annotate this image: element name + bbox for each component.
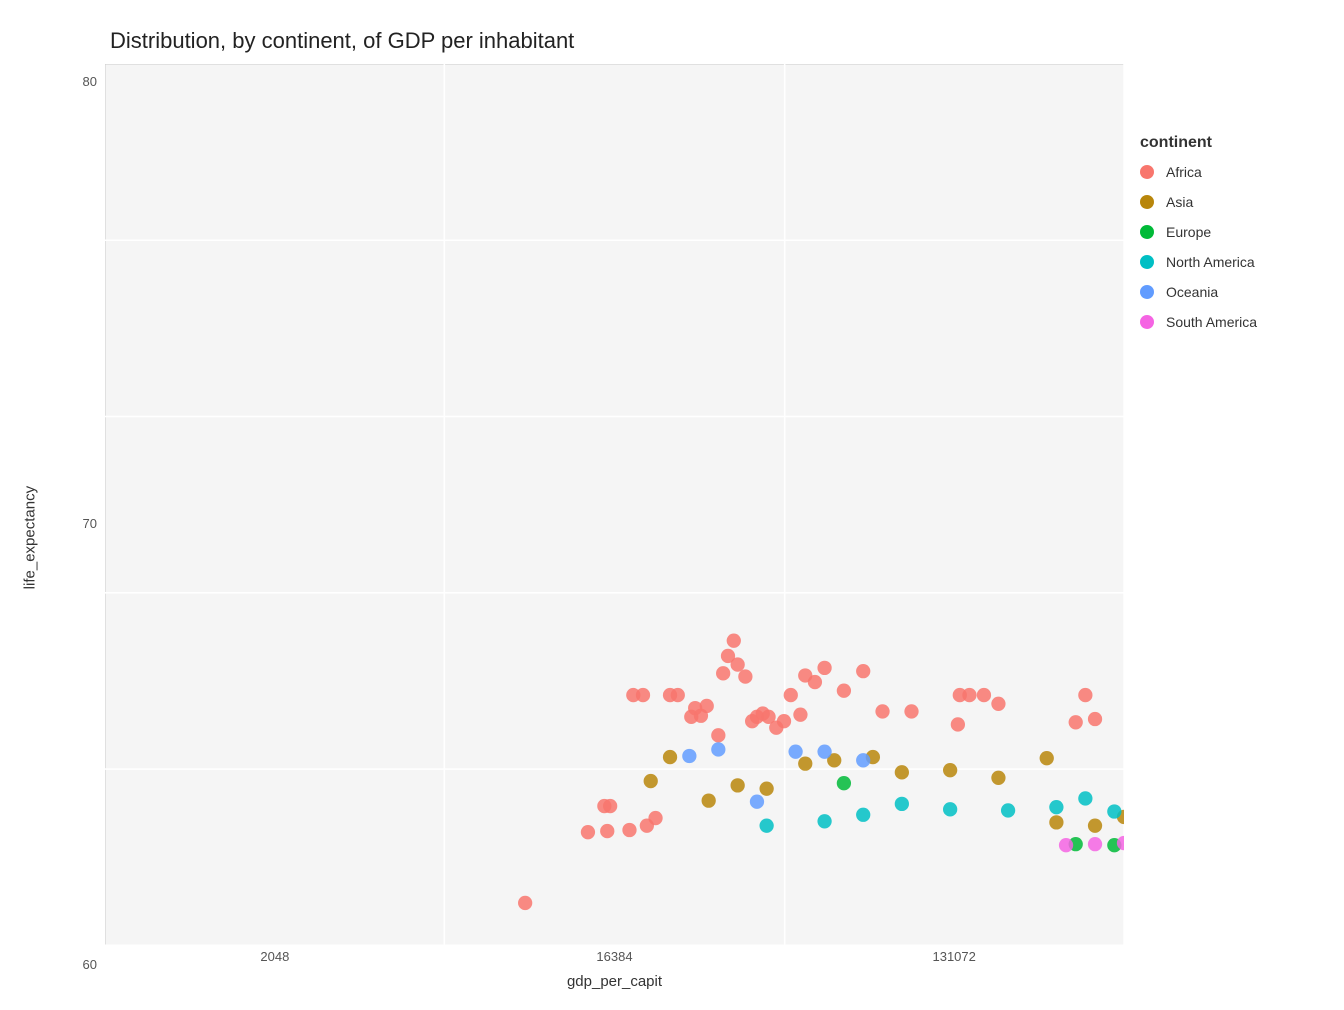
data-point bbox=[731, 657, 745, 671]
legend-item-south-america: South America bbox=[1140, 314, 1314, 330]
x-ticks: 2048 16384 131072 bbox=[105, 945, 1124, 969]
legend-dot-south-america bbox=[1140, 315, 1154, 329]
legend-label-africa: Africa bbox=[1166, 164, 1202, 180]
data-point bbox=[837, 776, 851, 790]
y-ticks: 80 70 60 bbox=[50, 64, 105, 1010]
data-point bbox=[943, 802, 957, 816]
legend-dot-africa bbox=[1140, 165, 1154, 179]
data-point bbox=[1088, 818, 1102, 832]
data-point bbox=[788, 744, 802, 758]
data-point bbox=[711, 742, 725, 756]
legend-label-south-america: South America bbox=[1166, 314, 1257, 330]
data-point bbox=[951, 717, 965, 731]
data-point bbox=[817, 661, 831, 675]
data-point bbox=[962, 688, 976, 702]
data-point bbox=[603, 799, 617, 813]
legend-label-asia: Asia bbox=[1166, 194, 1193, 210]
data-point bbox=[1088, 712, 1102, 726]
data-point bbox=[727, 633, 741, 647]
data-point bbox=[636, 688, 650, 702]
data-point bbox=[716, 666, 730, 680]
data-point bbox=[784, 688, 798, 702]
data-point bbox=[943, 763, 957, 777]
y-tick-70: 70 bbox=[83, 516, 97, 531]
legend-item-asia: Asia bbox=[1140, 194, 1314, 210]
data-point bbox=[711, 728, 725, 742]
data-point bbox=[875, 704, 889, 718]
data-point bbox=[895, 765, 909, 779]
y-axis-label: life_expectancy bbox=[10, 64, 50, 1010]
data-point bbox=[671, 688, 685, 702]
data-point bbox=[856, 808, 870, 822]
y-tick-80: 80 bbox=[83, 74, 97, 89]
legend-title: continent bbox=[1140, 134, 1314, 152]
data-point bbox=[777, 714, 791, 728]
scatter-plot bbox=[105, 64, 1124, 945]
legend-label-oceania: Oceania bbox=[1166, 284, 1218, 300]
data-point bbox=[622, 823, 636, 837]
legend-dot-north-america bbox=[1140, 255, 1154, 269]
data-point bbox=[1078, 791, 1092, 805]
data-point bbox=[817, 814, 831, 828]
legend-dot-asia bbox=[1140, 195, 1154, 209]
data-point bbox=[663, 750, 677, 764]
x-tick-131072: 131072 bbox=[784, 949, 1124, 969]
data-point bbox=[518, 896, 532, 910]
chart-body: life_expectancy 80 70 60 bbox=[0, 64, 1344, 1010]
data-point bbox=[759, 818, 773, 832]
data-point bbox=[1078, 688, 1092, 702]
data-point bbox=[1059, 838, 1073, 852]
data-point bbox=[738, 669, 752, 683]
data-point bbox=[798, 756, 812, 770]
chart-container: Distribution, by continent, of GDP per i… bbox=[0, 0, 1344, 960]
legend-item-north-america: North America bbox=[1140, 254, 1314, 270]
data-point bbox=[1049, 815, 1063, 829]
data-point bbox=[991, 771, 1005, 785]
data-point bbox=[1001, 803, 1015, 817]
data-point bbox=[977, 688, 991, 702]
legend-label-europe: Europe bbox=[1166, 224, 1211, 240]
chart-title: Distribution, by continent, of GDP per i… bbox=[110, 28, 574, 54]
data-point bbox=[1049, 800, 1063, 814]
data-point bbox=[1107, 804, 1121, 818]
data-point bbox=[793, 707, 807, 721]
data-point bbox=[817, 744, 831, 758]
legend-item-oceania: Oceania bbox=[1140, 284, 1314, 300]
data-point bbox=[644, 774, 658, 788]
legend-item-europe: Europe bbox=[1140, 224, 1314, 240]
data-point bbox=[837, 684, 851, 698]
data-point bbox=[581, 825, 595, 839]
x-tick-2048: 2048 bbox=[105, 949, 445, 969]
data-point bbox=[759, 781, 773, 795]
x-tick-16384: 16384 bbox=[445, 949, 785, 969]
data-point bbox=[808, 675, 822, 689]
scatter-svg bbox=[105, 64, 1124, 945]
data-point bbox=[702, 793, 716, 807]
data-point bbox=[895, 797, 909, 811]
legend-item-africa: Africa bbox=[1140, 164, 1314, 180]
data-point bbox=[600, 824, 614, 838]
data-point bbox=[904, 704, 918, 718]
data-point bbox=[750, 795, 764, 809]
data-point bbox=[991, 697, 1005, 711]
x-axis-label: gdp_per_capit bbox=[105, 973, 1124, 990]
data-point bbox=[856, 753, 870, 767]
plot-and-xaxis: 2048 16384 131072 gdp_per_capit bbox=[105, 64, 1124, 1010]
plot-with-yaxis: 80 70 60 bbox=[50, 64, 1124, 1010]
legend: continent Africa Asia Europe North Ameri… bbox=[1124, 124, 1314, 1010]
legend-label-north-america: North America bbox=[1166, 254, 1255, 270]
data-point bbox=[1088, 837, 1102, 851]
data-point bbox=[700, 699, 714, 713]
data-point bbox=[856, 664, 870, 678]
legend-dot-oceania bbox=[1140, 285, 1154, 299]
data-point bbox=[648, 811, 662, 825]
data-point bbox=[731, 778, 745, 792]
legend-dot-europe bbox=[1140, 225, 1154, 239]
data-point bbox=[1069, 715, 1083, 729]
data-point bbox=[682, 749, 696, 763]
data-point bbox=[1040, 751, 1054, 765]
